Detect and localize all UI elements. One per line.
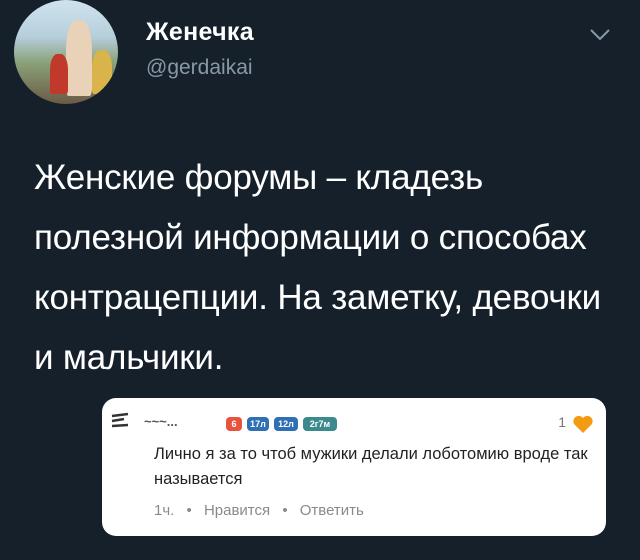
user-badge: 6 xyxy=(226,417,242,431)
comment-text: Лично я за то чтоб мужики делали лоботом… xyxy=(154,445,588,488)
author-avatar[interactable] xyxy=(14,0,118,104)
comment-header: ~~~... 6 17л 12л 2г7м 1 xyxy=(110,408,600,434)
author-name[interactable]: Женечка xyxy=(146,18,254,47)
separator: • xyxy=(282,502,288,519)
user-badge: 17л xyxy=(247,417,269,431)
comment-time: 1ч. xyxy=(154,502,175,519)
chevron-down-icon[interactable] xyxy=(588,26,612,44)
user-badge: 2г7м xyxy=(303,417,337,431)
comment-like-count: 1 xyxy=(558,414,566,430)
like-action-link[interactable]: Нравится xyxy=(204,502,270,519)
comment-meta: 1ч. • Нравится • Ответить xyxy=(154,502,364,519)
user-badge: 12л xyxy=(274,417,298,431)
comment-user-icon xyxy=(111,412,129,428)
avatar-figure xyxy=(50,54,68,94)
author-handle[interactable]: @gerdaikai xyxy=(146,56,253,80)
tweet-text: Женские форумы – кладезь полезной информ… xyxy=(34,158,601,377)
reply-action-link[interactable]: Ответить xyxy=(300,502,364,519)
heart-icon[interactable] xyxy=(572,414,594,434)
separator: • xyxy=(186,502,192,519)
avatar-figure xyxy=(66,20,92,96)
avatar-figure xyxy=(92,50,112,94)
embedded-comment-card: ~~~... 6 17л 12л 2г7м 1 Лично я за то чт… xyxy=(102,398,606,536)
comment-username[interactable]: ~~~... xyxy=(144,414,178,429)
